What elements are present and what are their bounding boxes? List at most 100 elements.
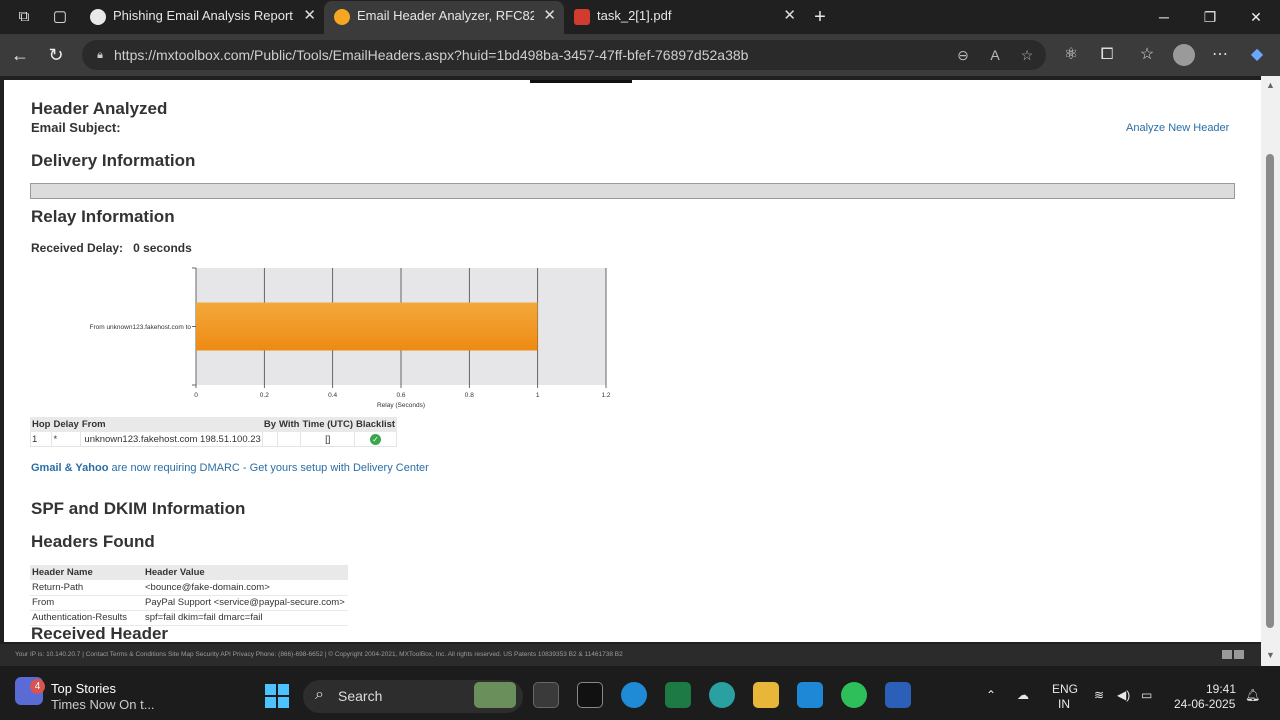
header-value-cell: spf=fail dkim=fail dmarc=fail: [143, 610, 348, 626]
scroll-up-icon[interactable]: ▲: [1265, 80, 1276, 90]
minimize-button[interactable]: ─: [1141, 5, 1187, 29]
close-window-button[interactable]: ✕: [1233, 5, 1279, 29]
puzzle-icon[interactable]: ⧠: [1094, 43, 1120, 67]
hops-table: Hop Delay From By With Time (UTC) Blackl…: [29, 417, 398, 447]
col-header-value: Header Value: [143, 565, 348, 580]
promo-text[interactable]: are now requiring DMARC - Get yours setu…: [108, 462, 428, 474]
file-explorer-icon[interactable]: [533, 682, 559, 708]
refresh-icon[interactable]: ↻: [43, 43, 69, 67]
header-value-cell: <bounce@fake-domain.com>: [143, 580, 348, 596]
search-label: Search: [338, 688, 383, 704]
url-text[interactable]: https://mxtoolbox.com/Public/Tools/Email…: [114, 40, 748, 70]
check-icon[interactable]: ✓: [370, 433, 382, 445]
promo-link[interactable]: Gmail & Yahoo: [31, 462, 108, 474]
news-subtitle[interactable]: Times Now On t...: [51, 697, 155, 712]
folder-icon[interactable]: [753, 682, 779, 708]
close-icon[interactable]: ✕: [303, 1, 316, 31]
edge-beta-icon[interactable]: [709, 682, 735, 708]
whatsapp-icon[interactable]: [841, 682, 867, 708]
delivery-information-bar: [30, 183, 1235, 199]
page-scrollbar[interactable]: ▲ ▼: [1261, 76, 1280, 666]
volume-icon[interactable]: ◀): [1117, 688, 1130, 702]
delivery-information-heading: Delivery Information: [31, 151, 196, 170]
scroll-thumb[interactable]: [1266, 154, 1274, 628]
zoom-icon[interactable]: ⊖: [952, 45, 974, 65]
tab-task-pdf[interactable]: task_2[1].pdf ✕: [564, 1, 804, 34]
tab-phishing-report[interactable]: Phishing Email Analysis Report ✕: [80, 1, 324, 34]
header-name-cell: From: [30, 595, 143, 611]
col-with: With: [276, 417, 302, 432]
avatar-icon[interactable]: [1173, 44, 1195, 66]
with-cell: [276, 431, 302, 447]
headers-table: Header Name Header Value Return-Path <bo…: [30, 565, 348, 626]
more-icon[interactable]: ⋯: [1207, 43, 1233, 67]
relay-bar: [196, 302, 538, 351]
x-tick-label: 0.6: [396, 392, 405, 399]
wifi-icon[interactable]: ≋: [1094, 688, 1104, 702]
by-cell: [261, 431, 278, 447]
back-arrow-icon[interactable]: ←: [7, 43, 33, 67]
from-cell: unknown123.fakehost.com 198.51.100.23: [79, 431, 263, 447]
lang-line2[interactable]: IN: [1058, 697, 1070, 711]
hop-cell: 1: [29, 431, 53, 447]
lock-icon[interactable]: 🔒︎: [92, 47, 108, 63]
onedrive-icon[interactable]: ☁: [1017, 688, 1029, 702]
col-from: From: [79, 417, 263, 432]
workspaces-icon[interactable]: ⧉: [13, 7, 35, 27]
blacklist-cell: ✓: [353, 431, 398, 447]
col-header-name: Header Name: [30, 565, 143, 580]
excel-icon[interactable]: [665, 682, 691, 708]
table-row: Authentication-Results spf=fail dkim=fai…: [30, 610, 348, 626]
analyze-new-header-link[interactable]: Analyze New Header: [1126, 122, 1229, 134]
twitter-icon[interactable]: [1222, 650, 1232, 659]
x-tick-label: 1.2: [601, 392, 610, 399]
search-icon: ⌕: [315, 686, 324, 703]
lang-line1[interactable]: ENG: [1052, 682, 1078, 696]
dmarc-promo[interactable]: Gmail & Yahoo are now requiring DMARC - …: [31, 462, 429, 474]
delay-cell: *: [51, 431, 81, 447]
terminal-icon[interactable]: [577, 682, 603, 708]
footer-text[interactable]: Your IP is: 10.140.20.7 | Contact Terms …: [15, 651, 623, 658]
pdf-icon: [574, 9, 590, 25]
edge-icon[interactable]: [621, 682, 647, 708]
received-delay: Received Delay: 0 seconds: [31, 241, 192, 255]
received-delay-label: Received Delay:: [31, 241, 124, 255]
address-bar[interactable]: 🔒︎ https://mxtoolbox.com/Public/Tools/Em…: [82, 40, 1046, 70]
read-aloud-icon[interactable]: A: [984, 45, 1006, 65]
blog-icon[interactable]: [1234, 650, 1244, 659]
site-footer: Your IP is: 10.140.20.7 | Contact Terms …: [0, 644, 1261, 666]
word-icon[interactable]: [885, 682, 911, 708]
scroll-down-icon[interactable]: ▼: [1265, 650, 1276, 660]
vscode-icon[interactable]: [797, 682, 823, 708]
restore-button[interactable]: ❐: [1187, 5, 1233, 29]
favorites-icon[interactable]: ☆: [1134, 43, 1160, 67]
close-icon[interactable]: ✕: [543, 1, 556, 31]
tab-actions-icon[interactable]: ▢: [49, 7, 71, 27]
clock-time[interactable]: 19:41: [1206, 682, 1236, 696]
star-icon[interactable]: ☆: [1016, 45, 1038, 65]
x-axis-label: Relay (Seconds): [377, 402, 425, 409]
relay-chart: 0 0.2 0.4 0.6 0.8 1 1.2 From unknown123.fakehos…: [62, 264, 622, 414]
header-value-cell: PayPal Support <service@paypal-secure.co…: [143, 595, 348, 611]
table-row: Return-Path <bounce@fake-domain.com>: [30, 580, 348, 596]
news-title[interactable]: Top Stories: [51, 681, 116, 696]
page-content: Header Analyzed Email Subject: Analyze N…: [4, 80, 1261, 642]
copilot-icon[interactable]: ◆: [1244, 43, 1270, 67]
tab-bar: ⧉ ▢ Phishing Email Analysis Report ✕ Ema…: [0, 0, 1280, 34]
col-hop: Hop: [29, 417, 53, 432]
plus-icon[interactable]: +: [809, 7, 831, 27]
clock-date[interactable]: 24-06-2025: [1174, 697, 1235, 711]
close-icon[interactable]: ✕: [783, 1, 796, 31]
react-icon[interactable]: ⚛: [1058, 43, 1084, 67]
tab-email-header-analyzer[interactable]: Email Header Analyzer, RFC822 Pa ✕: [324, 1, 564, 34]
notification-icon[interactable]: 🔔︎: [1245, 688, 1260, 702]
address-row: ← ↻ 🔒︎ https://mxtoolbox.com/Public/Tool…: [0, 34, 1280, 76]
header-name-cell: Return-Path: [30, 580, 143, 596]
battery-icon[interactable]: ▭: [1141, 688, 1152, 702]
windows-start-icon[interactable]: [265, 684, 289, 708]
news-badge: 4: [30, 679, 45, 694]
time-cell: []: [300, 431, 355, 447]
chevron-up-icon[interactable]: ⌃: [986, 688, 996, 702]
photos-app-icon[interactable]: [474, 682, 516, 708]
x-tick-label: 1: [536, 392, 540, 399]
